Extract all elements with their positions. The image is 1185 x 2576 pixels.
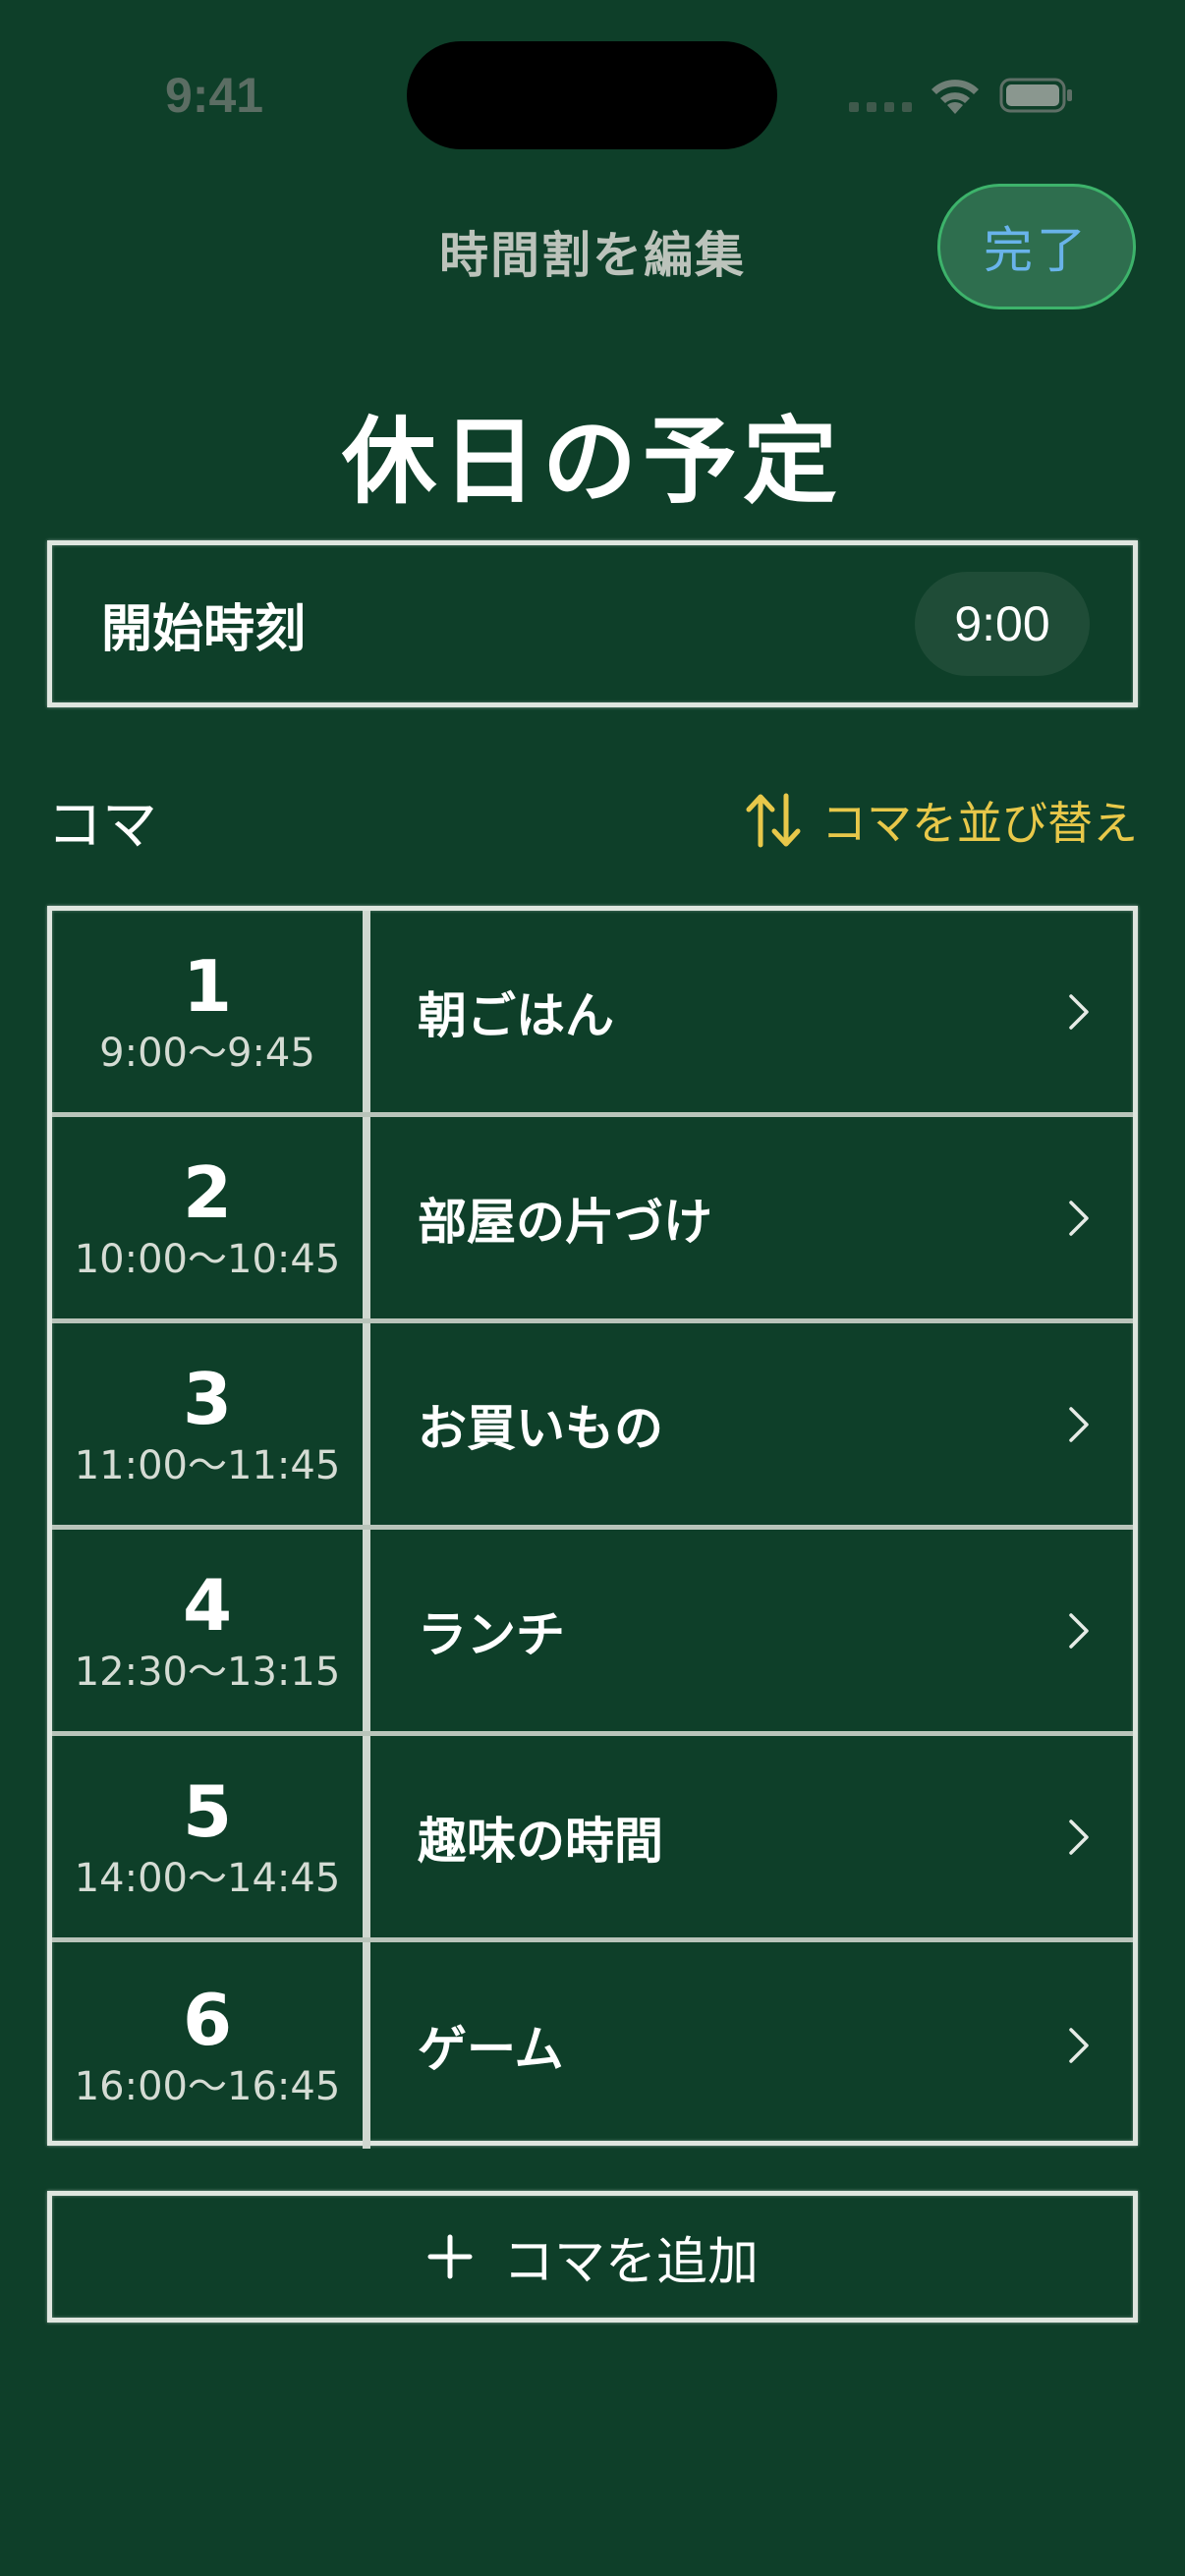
period-index-cell: 3 11:00〜11:45 — [52, 1323, 370, 1525]
period-time: 11:00〜11:45 — [74, 1442, 341, 1488]
period-name: 趣味の時間 — [418, 1812, 663, 1870]
chevron-right-icon — [1069, 1406, 1089, 1442]
period-time: 16:00〜16:45 — [74, 2064, 341, 2109]
add-period-label: コマを追加 — [502, 2232, 759, 2292]
period-name-cell[interactable]: 朝ごはん — [370, 911, 1133, 1112]
period-index-cell: 1 9:00〜9:45 — [52, 911, 370, 1112]
cellular-signal-icon — [849, 102, 912, 112]
period-name: お買いもの — [418, 1399, 663, 1457]
period-number: 2 — [182, 1150, 233, 1234]
period-number: 6 — [182, 1979, 233, 2061]
period-index-cell: 4 12:30〜13:15 — [52, 1530, 370, 1731]
wifi-icon — [931, 80, 979, 114]
chevron-right-icon — [1069, 1200, 1089, 1236]
chevron-right-icon — [1069, 2028, 1089, 2063]
period-name: 部屋の片づけ — [418, 1193, 712, 1251]
period-row-3[interactable]: 3 11:00〜11:45 お買いもの — [52, 1323, 1133, 1530]
reorder-label: コマを並び替え — [821, 797, 1138, 850]
plus-icon — [427, 2234, 473, 2279]
period-number: 5 — [182, 1769, 233, 1853]
chevron-right-icon — [1069, 1819, 1089, 1855]
period-time: 9:00〜9:45 — [99, 1030, 315, 1076]
period-row-5[interactable]: 5 14:00〜14:45 趣味の時間 — [52, 1736, 1133, 1942]
reorder-arrows-icon — [746, 793, 801, 848]
period-number: 4 — [182, 1563, 233, 1647]
period-row-1[interactable]: 1 9:00〜9:45 朝ごはん — [52, 911, 1133, 1117]
periods-section-header: コマ コマを並び替え — [47, 776, 1138, 865]
done-button[interactable]: 完了 — [937, 184, 1136, 309]
battery-icon — [999, 78, 1072, 113]
start-time-label: 開始時刻 — [101, 599, 307, 659]
period-row-4[interactable]: 4 12:30〜13:15 ランチ — [52, 1530, 1133, 1736]
period-row-6[interactable]: 6 16:00〜16:45 ゲーム — [52, 1942, 1133, 2149]
chevron-right-icon — [1069, 1612, 1089, 1649]
reorder-button[interactable]: コマを並び替え — [743, 788, 1138, 853]
dynamic-island — [407, 41, 777, 149]
start-time-row[interactable]: 開始時刻 9:00 — [47, 540, 1138, 707]
period-name-cell[interactable]: お買いもの — [370, 1323, 1133, 1525]
period-time: 14:00〜14:45 — [74, 1855, 341, 1901]
period-index-cell: 5 14:00〜14:45 — [52, 1736, 370, 1937]
period-time: 10:00〜10:45 — [74, 1236, 341, 1282]
period-row-2[interactable]: 2 10:00〜10:45 部屋の片づけ — [52, 1117, 1133, 1323]
period-index-cell: 6 16:00〜16:45 — [52, 1942, 370, 2149]
period-name-cell[interactable]: 趣味の時間 — [370, 1736, 1133, 1937]
section-title: コマ — [47, 793, 157, 858]
period-name: ゲーム — [418, 2021, 564, 2078]
period-name-cell[interactable]: ランチ — [370, 1530, 1133, 1731]
start-time-picker[interactable]: 9:00 — [915, 572, 1090, 676]
period-time: 12:30〜13:15 — [74, 1649, 341, 1695]
period-index-cell: 2 10:00〜10:45 — [52, 1117, 370, 1318]
period-number: 1 — [182, 944, 233, 1028]
period-number: 3 — [182, 1357, 233, 1440]
period-name: ランチ — [418, 1605, 565, 1663]
period-name-cell[interactable]: ゲーム — [370, 1942, 1133, 2149]
period-name: 朝ごはん — [418, 986, 614, 1044]
status-time: 9:41 — [165, 68, 264, 123]
page-title: 休日の予定 — [342, 407, 843, 517]
periods-table: 1 9:00〜9:45 朝ごはん 2 10:00〜10:45 部屋の片づけ 3 … — [47, 906, 1138, 2149]
chevron-right-icon — [1069, 993, 1089, 1030]
period-name-cell[interactable]: 部屋の片づけ — [370, 1117, 1133, 1318]
add-period-button[interactable]: コマを追加 — [47, 2191, 1138, 2323]
